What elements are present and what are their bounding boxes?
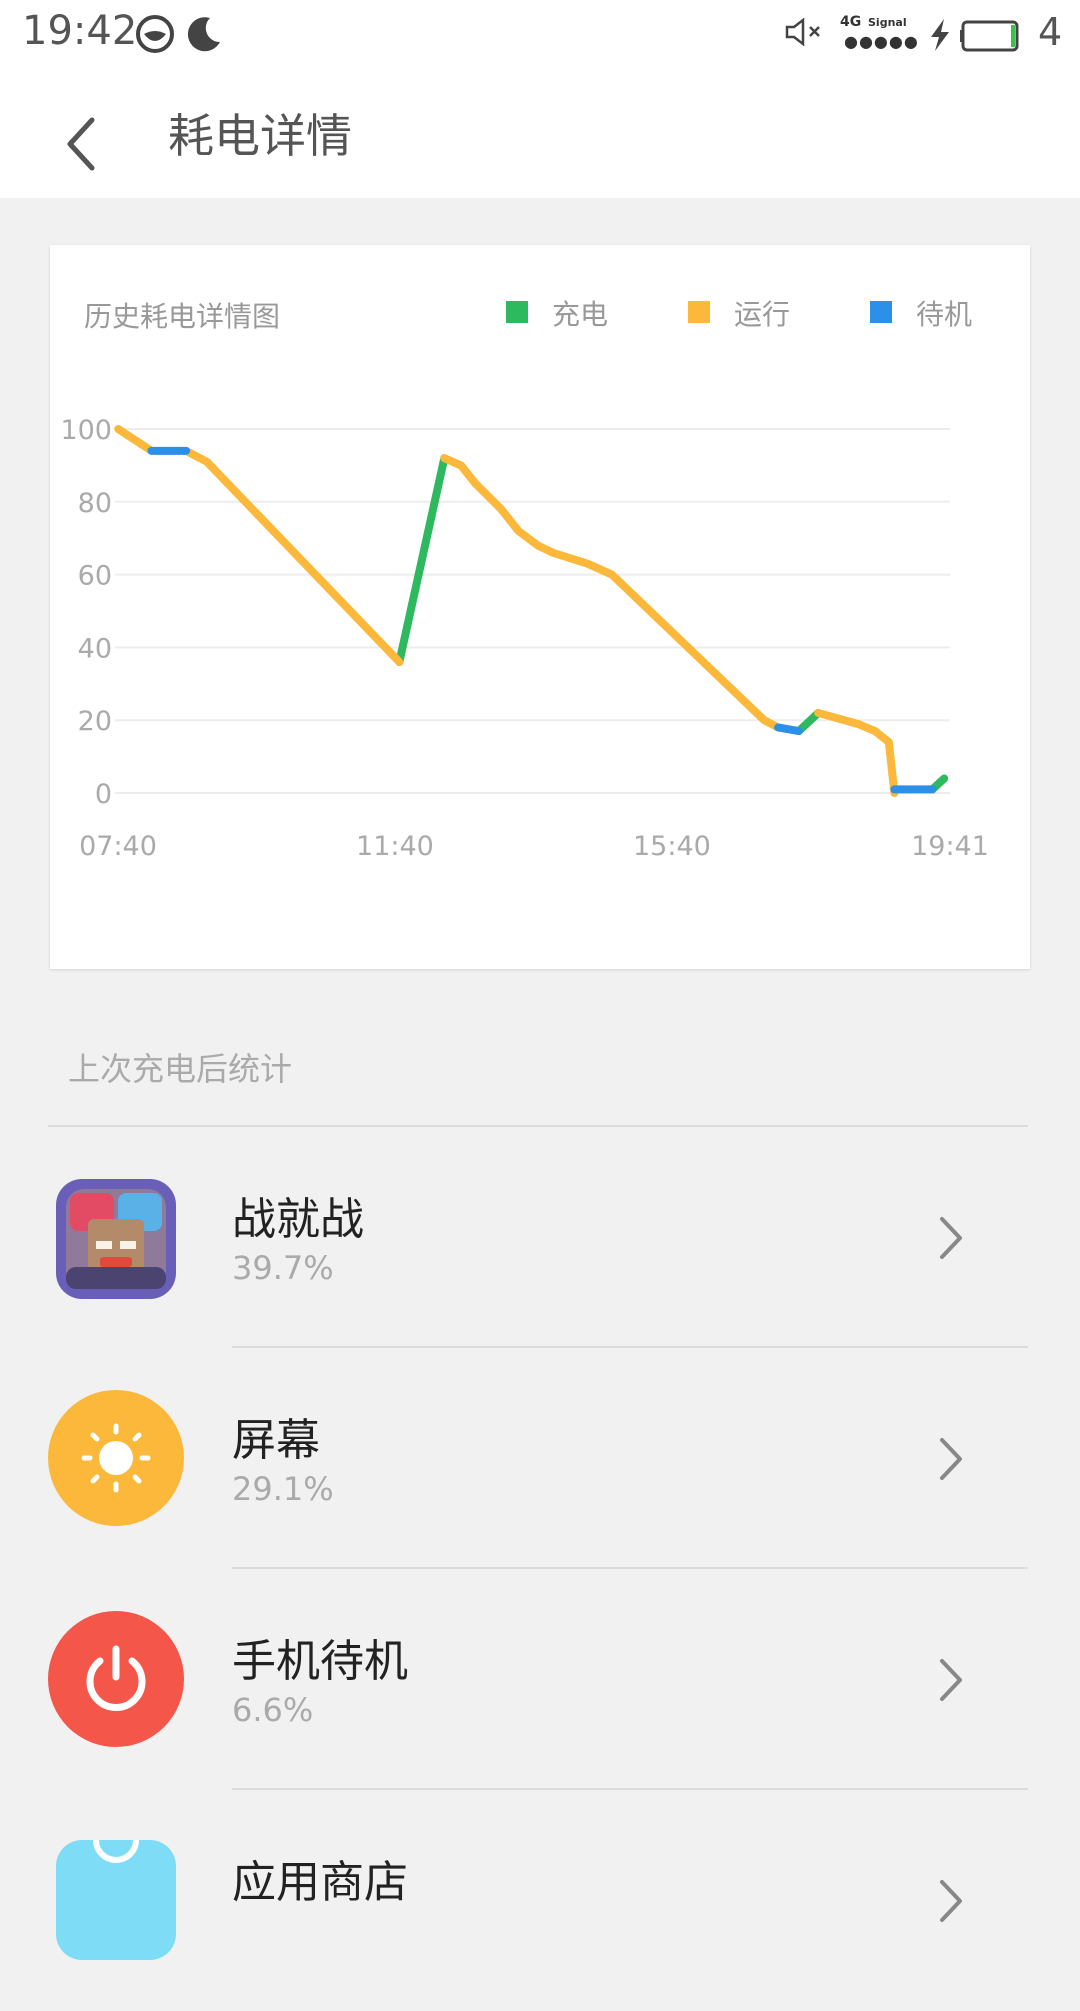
y-tick-label: 80: [78, 488, 112, 519]
charging-bolt-icon: [931, 19, 949, 51]
series-segment: [182, 446, 404, 666]
item-name: 应用商店: [232, 1857, 408, 1908]
item-percent: 6.6%: [232, 1691, 314, 1729]
chevron-right-icon: [940, 1880, 962, 1922]
item-name: 手机待机: [232, 1636, 408, 1687]
item-name: 屏幕: [232, 1415, 320, 1466]
back-arrow-icon: [67, 117, 95, 171]
item-percent: 39.7%: [232, 1249, 334, 1287]
battery-icon: [960, 20, 1019, 52]
item-percent: 29.1%: [232, 1470, 334, 1508]
series-segment: [395, 454, 449, 666]
x-tick-label: 15:40: [633, 831, 711, 862]
series-segment: [814, 708, 899, 797]
legend-swatch: [506, 301, 528, 323]
face-icon: [136, 15, 174, 53]
signal-label: Signal: [868, 16, 907, 29]
series-segment: [114, 425, 156, 455]
moon-icon: [187, 17, 220, 52]
list-item-standby[interactable]: 手机待机 6.6%: [0, 1569, 1080, 1790]
status-bar: 19:42 4G Signal ●●●●● 4: [0, 0, 1080, 68]
y-tick-label: 60: [78, 561, 112, 592]
brightness-icon: [48, 1390, 184, 1526]
network-signal-icon: 4G Signal ●●●●●: [838, 14, 918, 51]
back-button[interactable]: [48, 104, 128, 184]
legend-label: 待机: [916, 298, 973, 331]
section-title: 上次充电后统计: [68, 1050, 293, 1088]
power-icon: [48, 1611, 184, 1747]
item-name: 战就战: [232, 1194, 364, 1245]
chart-card: 历史耗电详情图 充电 运行 待机 100 80 60 40 20 0 07:40 11:40 1…: [50, 245, 1030, 969]
y-tick-label: 100: [60, 415, 112, 446]
battery-history-chart: 100 80 60 40 20 0 07:40 11:40 15:40 19:41: [60, 415, 989, 862]
x-tick-label: 19:41: [911, 831, 989, 862]
legend-swatch: [688, 301, 710, 323]
x-tick-label: 07:40: [79, 831, 157, 862]
chevron-right-icon: [940, 1438, 962, 1480]
game-app-icon: [48, 1171, 184, 1307]
y-tick-label: 40: [78, 633, 112, 664]
list-item-app-store[interactable]: 应用商店: [0, 1790, 1080, 2011]
list-item-game[interactable]: 战就战 39.7%: [0, 1127, 1080, 1348]
list-item-screen[interactable]: 屏幕 29.1%: [0, 1348, 1080, 1569]
network-type-label: 4G: [840, 14, 862, 30]
legend-swatch: [870, 301, 892, 323]
page-title: 耗电详情: [168, 109, 352, 163]
series-segment: [774, 723, 803, 736]
mute-icon: [785, 17, 820, 47]
series-segment: [440, 454, 616, 579]
y-tick-label: 20: [78, 706, 112, 737]
legend-label: 充电: [552, 298, 609, 331]
y-tick-label: 0: [95, 779, 112, 810]
battery-level: 4: [1038, 10, 1063, 54]
chevron-right-icon: [940, 1217, 962, 1259]
chevron-right-icon: [940, 1659, 962, 1701]
chart-title: 历史耗电详情图: [84, 300, 281, 333]
signal-dots: ●●●●●: [844, 32, 919, 51]
legend-label: 运行: [734, 298, 791, 331]
status-time: 19:42: [22, 8, 138, 54]
header: 耗电详情: [0, 68, 1080, 198]
series-segment: [607, 570, 783, 732]
x-tick-label: 11:40: [356, 831, 434, 862]
app-store-icon: [48, 1832, 184, 1968]
